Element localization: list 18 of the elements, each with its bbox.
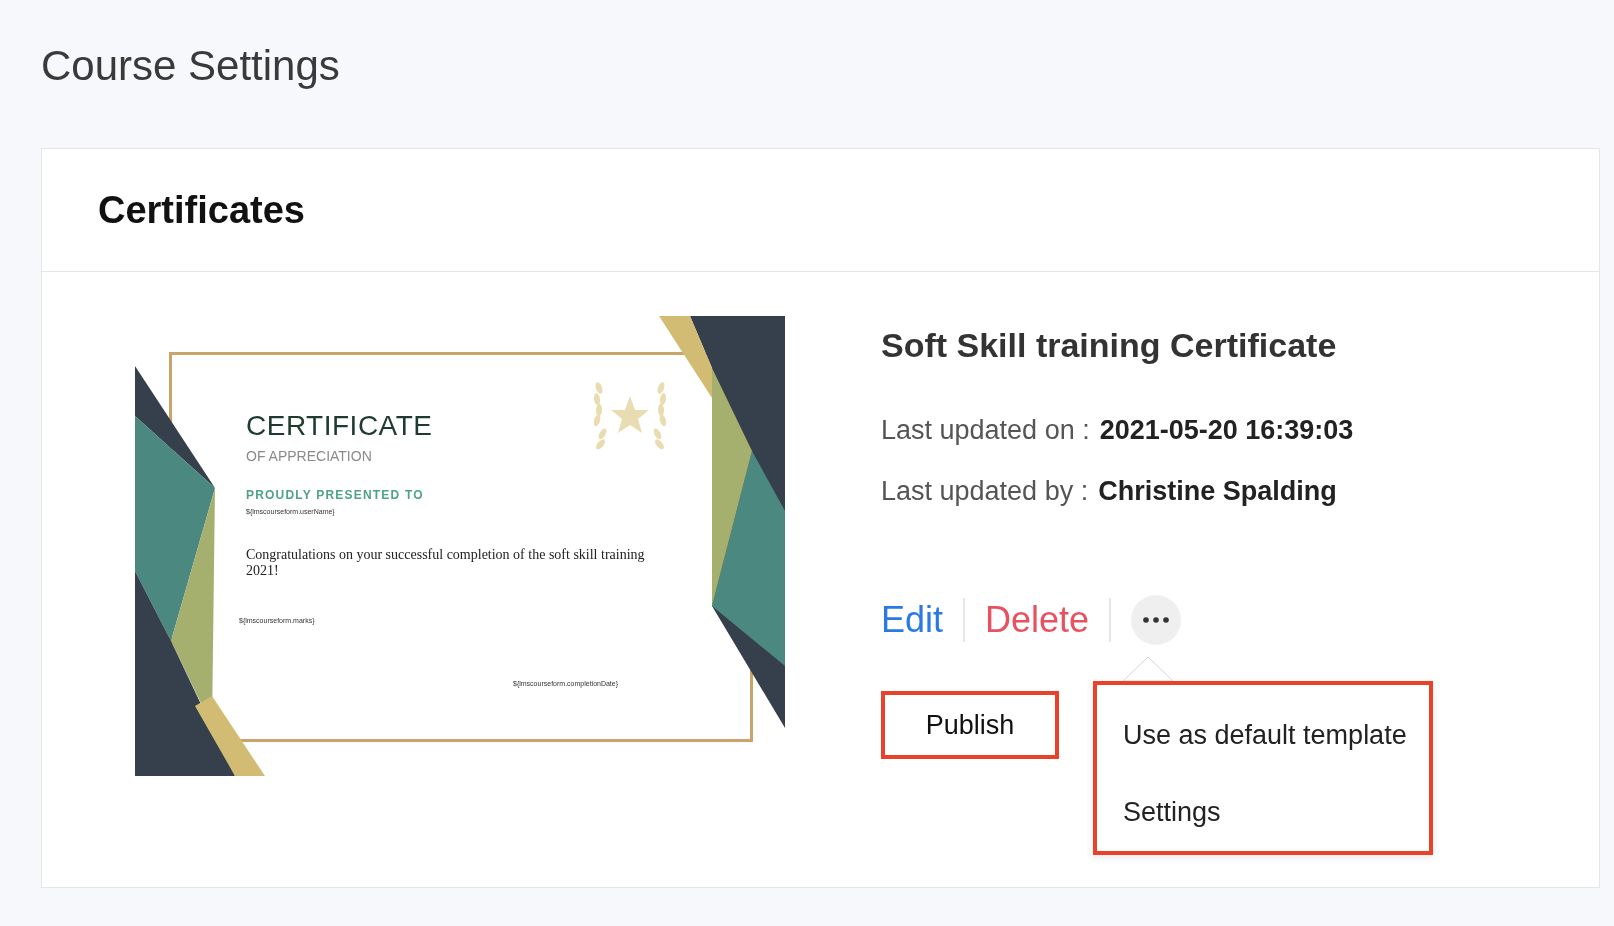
detail-label: Last updated by :	[881, 476, 1089, 507]
more-icon	[1143, 617, 1170, 623]
menu-item[interactable]: Use as default template	[1123, 697, 1429, 774]
delete-link[interactable]: Delete	[985, 599, 1090, 641]
certificate-message: Congratulations on your successful completion of the soft skill training 2021!	[246, 547, 646, 579]
detail-value: Christine Spalding	[1098, 476, 1337, 507]
edit-link[interactable]: Edit	[881, 599, 944, 641]
menu-item[interactable]: Settings	[1123, 774, 1429, 851]
certificate-heading: CERTIFICATE	[246, 410, 433, 442]
page-title: Course Settings	[41, 42, 341, 90]
detail-label: Last updated on :	[881, 415, 1090, 446]
more-options-button[interactable]	[1131, 595, 1182, 645]
certificate-subheading: OF APPRECIATION	[246, 448, 372, 464]
publish-button[interactable]: Publish	[881, 691, 1059, 759]
detail-value: 2021-05-20 16:39:03	[1099, 415, 1354, 446]
certificate-name: Soft Skill training Certificate	[881, 326, 1338, 365]
presented-label: PROUDLY PRESENTED TO	[246, 488, 424, 502]
section-title: Certificates	[98, 188, 305, 232]
